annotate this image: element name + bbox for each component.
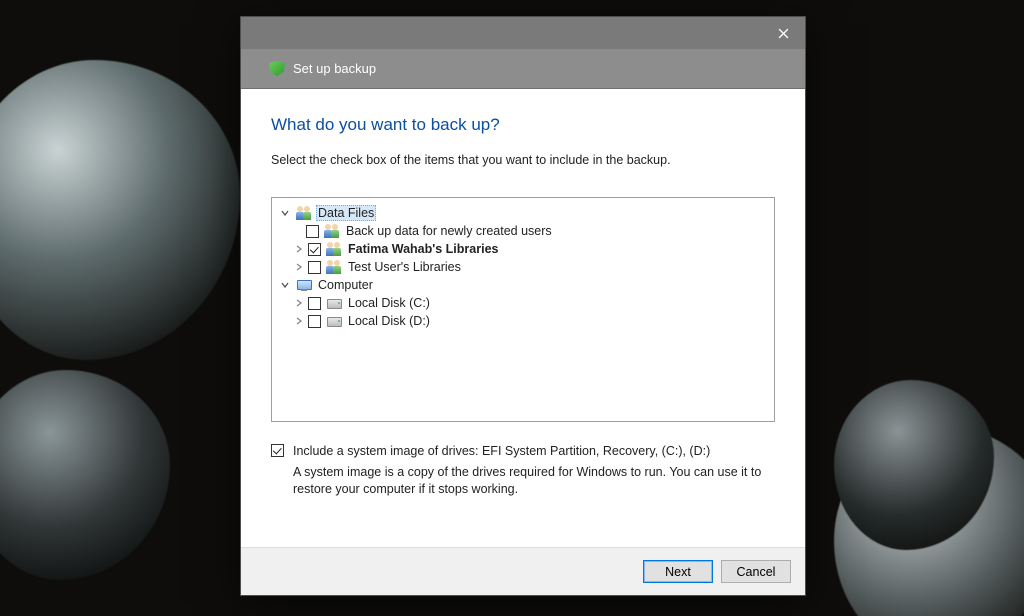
backup-shield-icon [269,61,285,77]
system-image-row: Include a system image of drives: EFI Sy… [271,444,775,458]
wizard-title: Set up backup [293,61,376,76]
bg-blob [0,60,240,360]
chevron-right-icon[interactable] [292,314,306,328]
cancel-button[interactable]: Cancel [721,560,791,583]
users-group-icon [326,242,342,256]
tree-label: Computer [316,278,375,292]
chevron-down-icon[interactable] [278,206,292,220]
tree-node-fatima-libraries[interactable]: Fatima Wahab's Libraries [276,240,770,258]
page-heading: What do you want to back up? [271,115,775,135]
system-image-label[interactable]: Include a system image of drives: EFI Sy… [293,444,710,458]
tree-node-new-users[interactable]: Back up data for newly created users [276,222,770,240]
wizard-footer: Next Cancel [241,547,805,595]
tree-label: Data Files [316,205,376,221]
tree-label: Local Disk (C:) [346,296,432,310]
tree-node-testuser-libraries[interactable]: Test User's Libraries [276,258,770,276]
system-image-description: A system image is a copy of the drives r… [293,464,775,498]
users-group-icon [326,260,342,274]
checkbox[interactable] [308,243,321,256]
computer-icon [296,278,312,292]
users-group-icon [324,224,340,238]
tree-node-computer[interactable]: Computer [276,276,770,294]
users-group-icon [296,206,312,220]
close-button[interactable] [761,17,805,49]
checkbox[interactable] [306,225,319,238]
chevron-right-icon[interactable] [292,296,306,310]
wizard-subheader: Set up backup [241,49,805,89]
bg-blob [0,370,170,580]
backup-selection-tree[interactable]: Data Files Back up data for newly create… [271,197,775,422]
tree-label: Back up data for newly created users [344,224,554,238]
tree-node-disk-d[interactable]: Local Disk (D:) [276,312,770,330]
chevron-down-icon[interactable] [278,278,292,292]
drive-icon [326,314,342,328]
tree-label: Fatima Wahab's Libraries [346,242,500,256]
tree-node-disk-c[interactable]: Local Disk (C:) [276,294,770,312]
checkbox[interactable] [308,261,321,274]
close-icon [778,28,789,39]
tree-label: Test User's Libraries [346,260,463,274]
checkbox[interactable] [308,315,321,328]
page-instruction: Select the check box of the items that y… [271,153,775,167]
tree-label: Local Disk (D:) [346,314,432,328]
checkbox[interactable] [308,297,321,310]
titlebar [241,17,805,49]
backup-wizard-dialog: Set up backup What do you want to back u… [240,16,806,596]
next-button[interactable]: Next [643,560,713,583]
system-image-checkbox[interactable] [271,444,284,457]
wizard-body: What do you want to back up? Select the … [241,89,805,547]
tree-node-data-files[interactable]: Data Files [276,204,770,222]
drive-icon [326,296,342,310]
chevron-right-icon[interactable] [292,260,306,274]
chevron-right-icon[interactable] [292,242,306,256]
